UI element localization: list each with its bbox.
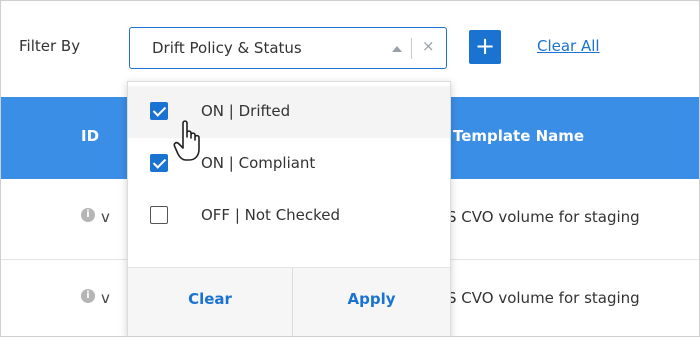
- column-header-template-name[interactable]: Template Name: [453, 127, 584, 145]
- hand-cursor-icon: [173, 120, 200, 161]
- filter-select-value: Drift Policy & Status: [152, 39, 302, 57]
- checkbox-icon[interactable]: [150, 154, 168, 172]
- filter-by-label: Filter By: [19, 37, 81, 55]
- option-off-not-checked[interactable]: OFF | Not Checked: [128, 190, 450, 242]
- option-label: ON | Drifted: [201, 102, 291, 120]
- dropdown-footer: Clear Apply: [128, 267, 450, 336]
- clear-all-link[interactable]: Clear All: [537, 37, 600, 55]
- apply-button[interactable]: Apply: [293, 268, 450, 336]
- row-template-name: S CVO volume for staging: [447, 289, 640, 307]
- plus-icon: +: [474, 32, 496, 60]
- option-label: ON | Compliant: [201, 154, 316, 172]
- select-divider: [411, 38, 412, 59]
- row-template-name: S CVO volume for staging: [447, 208, 640, 226]
- row-id: v: [101, 289, 110, 307]
- checkbox-icon[interactable]: [150, 206, 168, 224]
- column-header-template-name-text: Template Name: [453, 127, 585, 145]
- app-frame: Filter By Drift Policy & Status × + Clea…: [0, 0, 700, 337]
- info-icon[interactable]: i: [81, 289, 95, 303]
- checkbox-icon[interactable]: [150, 102, 168, 120]
- info-icon[interactable]: i: [81, 208, 95, 222]
- clear-icon[interactable]: ×: [422, 37, 435, 55]
- row-id: v: [101, 208, 110, 226]
- clear-button[interactable]: Clear: [128, 268, 292, 336]
- column-header-id[interactable]: ID: [81, 127, 99, 145]
- filter-select[interactable]: Drift Policy & Status ×: [129, 27, 447, 69]
- add-filter-button[interactable]: +: [469, 30, 501, 64]
- chevron-up-icon[interactable]: [392, 46, 402, 52]
- option-label: OFF | Not Checked: [201, 206, 341, 224]
